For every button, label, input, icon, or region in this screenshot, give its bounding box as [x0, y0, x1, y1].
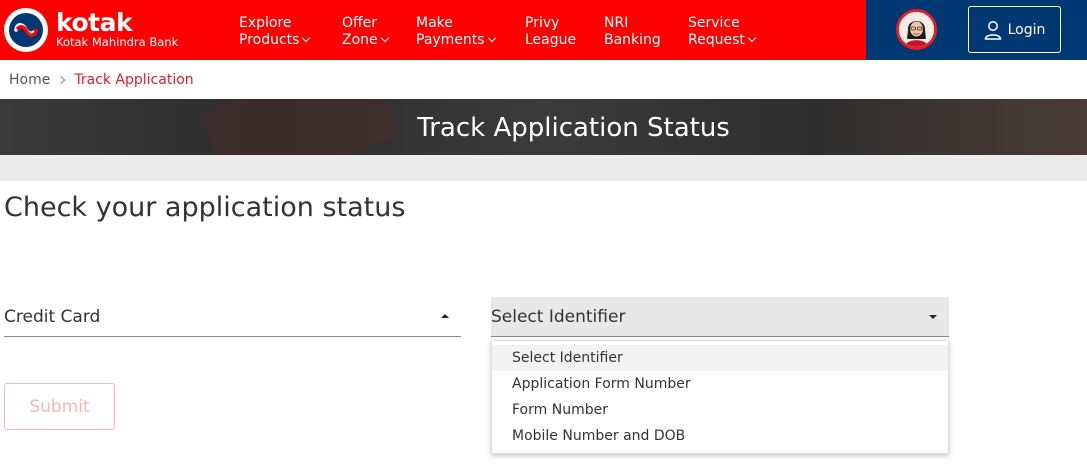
nav-privy-league[interactable]: Privy League	[525, 15, 576, 49]
assistant-avatar-icon[interactable]	[896, 9, 937, 50]
identifier-select[interactable]: Select Identifier	[491, 297, 949, 337]
nav-nri-banking[interactable]: NRI Banking	[604, 15, 661, 49]
product-select-value: Credit Card	[4, 307, 101, 327]
chevron-down-icon	[747, 33, 757, 43]
nav-explore-products[interactable]: Explore Products	[239, 15, 311, 49]
login-button[interactable]: Login	[968, 6, 1061, 53]
brand-subtitle: Kotak Mahindra Bank	[56, 35, 179, 49]
page-title: Track Application Status	[417, 113, 730, 143]
identifier-dropdown: Select Identifier Application Form Numbe…	[491, 340, 949, 454]
breadcrumb: Home Track Application	[9, 71, 194, 89]
banner-divider	[0, 155, 1087, 181]
chevron-down-icon	[487, 33, 496, 43]
chevron-down-icon	[302, 33, 311, 43]
nav-offer-zone[interactable]: Offer Zone	[342, 15, 389, 49]
breadcrumb-home-link[interactable]: Home	[9, 71, 50, 89]
identifier-option[interactable]: Mobile Number and DOB	[492, 423, 948, 449]
caret-up-icon	[441, 314, 449, 318]
identifier-select-value: Select Identifier	[491, 307, 626, 327]
section-title: Check your application status	[4, 192, 406, 223]
kotak-logo[interactable]: kotak Kotak Mahindra Bank	[4, 8, 178, 52]
identifier-option[interactable]: Application Form Number	[492, 371, 948, 397]
user-icon	[984, 20, 1001, 40]
page-banner: Track Application Status	[0, 99, 1087, 155]
nav-service-request[interactable]: Service Request	[688, 15, 757, 49]
chevron-down-icon	[380, 33, 389, 43]
caret-down-icon	[929, 315, 937, 319]
product-select[interactable]: Credit Card	[4, 297, 461, 337]
identifier-option[interactable]: Form Number	[492, 397, 948, 423]
chevron-right-icon	[57, 75, 66, 85]
submit-button[interactable]: Submit	[4, 383, 115, 430]
breadcrumb-current: Track Application	[74, 72, 194, 88]
identifier-option[interactable]: Select Identifier	[492, 345, 948, 371]
nav-make-payments[interactable]: Make Payments	[416, 15, 496, 49]
brand-name: kotak	[56, 8, 133, 37]
kotak-logo-icon	[4, 8, 48, 52]
login-label: Login	[1007, 21, 1046, 38]
